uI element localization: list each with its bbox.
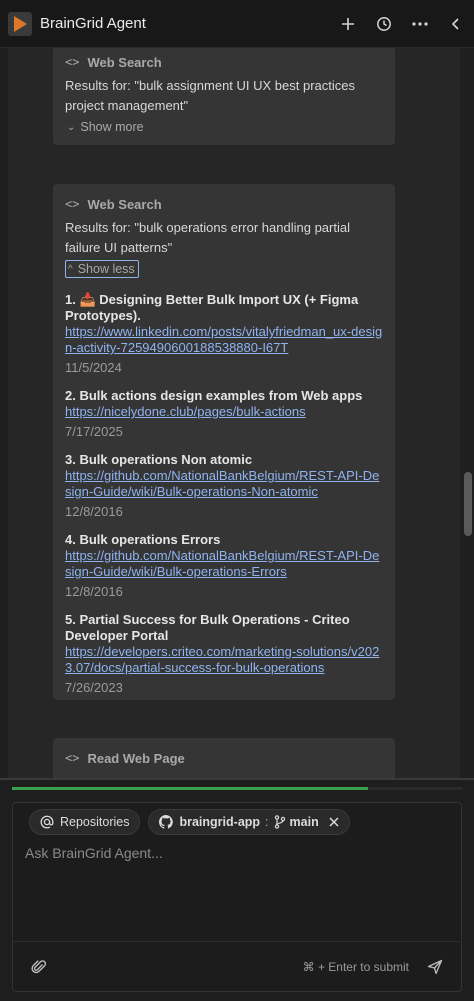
web-search-card: <> Web Search Results for: "bulk assignm…: [53, 48, 395, 145]
new-chat-button[interactable]: [330, 6, 366, 42]
search-result: 4. Bulk operations Errors https://github…: [65, 532, 383, 600]
result-date: 7/26/2023: [65, 680, 123, 695]
web-search-card: <> Web Search Results for: "bulk operati…: [53, 184, 395, 700]
more-icon: [412, 21, 428, 26]
result-date: 12/8/2016: [65, 504, 123, 519]
scrollbar[interactable]: [460, 48, 474, 778]
message-input[interactable]: Ask BrainGrid Agent...: [25, 845, 163, 861]
search-result: 5. Partial Success for Bulk Operations -…: [65, 612, 383, 696]
result-link[interactable]: https://github.com/NationalBankBelgium/R…: [65, 468, 383, 500]
send-icon: [427, 959, 443, 974]
result-title: 4. Bulk operations Errors: [65, 532, 221, 547]
toggle-label: Show less: [77, 262, 135, 276]
submit-hint: ⌘ + Enter to submit: [302, 959, 409, 974]
header-bar: BrainGrid Agent: [0, 0, 474, 48]
result-date: 12/8/2016: [65, 584, 123, 599]
attach-button[interactable]: [27, 955, 51, 979]
card-heading: Read Web Page: [87, 750, 185, 766]
paperclip-icon: [31, 959, 47, 973]
plus-icon: [342, 17, 354, 30]
code-brackets-icon: <>: [65, 197, 80, 211]
collapse-panel-button[interactable]: [438, 6, 474, 42]
show-less-toggle[interactable]: ^ Show less: [65, 260, 139, 278]
at-sign-icon: [40, 815, 54, 829]
progress-fill: [12, 787, 368, 790]
progress-bar: [12, 787, 462, 790]
repositories-label: Repositories: [60, 815, 130, 829]
result-date: 7/17/2025: [65, 424, 123, 439]
code-brackets-icon: <>: [65, 751, 80, 765]
chevron-up-icon: ^: [68, 263, 73, 275]
result-date: 11/5/2024: [65, 360, 122, 375]
show-more-toggle[interactable]: ⌄ Show more: [65, 118, 147, 136]
message-column: <> Web Search Results for: "bulk assignm…: [8, 48, 460, 778]
search-result: 3. Bulk operations Non atomic https://gi…: [65, 452, 383, 520]
github-icon: [159, 815, 174, 829]
git-branch-icon: [274, 815, 285, 829]
repo-branch-chip[interactable]: braingrid-app : main: [148, 809, 350, 835]
more-options-button[interactable]: [402, 6, 438, 42]
history-button[interactable]: [366, 6, 402, 42]
result-title: 2. Bulk actions design examples from Web…: [65, 388, 363, 403]
result-title: 1. 📥 Designing Better Bulk Import UX (+ …: [65, 292, 359, 323]
app-title: BrainGrid Agent: [40, 15, 146, 32]
search-query: Results for: "bulk operations error hand…: [65, 220, 350, 255]
result-link[interactable]: https://developers.criteo.com/marketing-…: [65, 644, 383, 676]
code-brackets-icon: <>: [65, 55, 80, 69]
read-web-page-card: <> Read Web Page: [53, 738, 395, 778]
close-icon[interactable]: [329, 817, 339, 827]
composer: Repositories braingrid-app : main Ask Br…: [12, 802, 462, 992]
search-query: Results for: "bulk assignment UI UX best…: [65, 78, 356, 113]
card-heading: Web Search: [87, 196, 162, 212]
chip-separator: :: [265, 815, 269, 829]
chevron-left-icon: [451, 17, 459, 30]
search-result: 2. Bulk actions design examples from Web…: [65, 388, 383, 440]
repo-name: braingrid-app: [179, 815, 261, 829]
toggle-label: Show more: [80, 120, 144, 134]
conversation-scroll-area[interactable]: <> Web Search Results for: "bulk assignm…: [0, 48, 474, 778]
play-logo-icon: [8, 11, 32, 36]
send-button[interactable]: [423, 955, 447, 979]
search-result: 1. 📥 Designing Better Bulk Import UX (+ …: [65, 292, 383, 376]
result-title: 5. Partial Success for Bulk Operations -…: [65, 612, 350, 643]
divider: [0, 778, 474, 780]
scrollbar-thumb[interactable]: [464, 472, 472, 536]
card-heading: Web Search: [87, 54, 162, 70]
result-link[interactable]: https://www.linkedin.com/posts/vitalyfri…: [65, 324, 383, 356]
result-link[interactable]: https://github.com/NationalBankBelgium/R…: [65, 548, 383, 580]
branch-name: main: [289, 815, 319, 829]
repositories-chip[interactable]: Repositories: [29, 809, 141, 835]
history-clock-icon: [377, 16, 391, 31]
result-link[interactable]: https://nicelydone.club/pages/bulk-actio…: [65, 404, 383, 420]
chevron-down-icon: ⌄: [67, 121, 76, 133]
result-title: 3. Bulk operations Non atomic: [65, 452, 253, 467]
